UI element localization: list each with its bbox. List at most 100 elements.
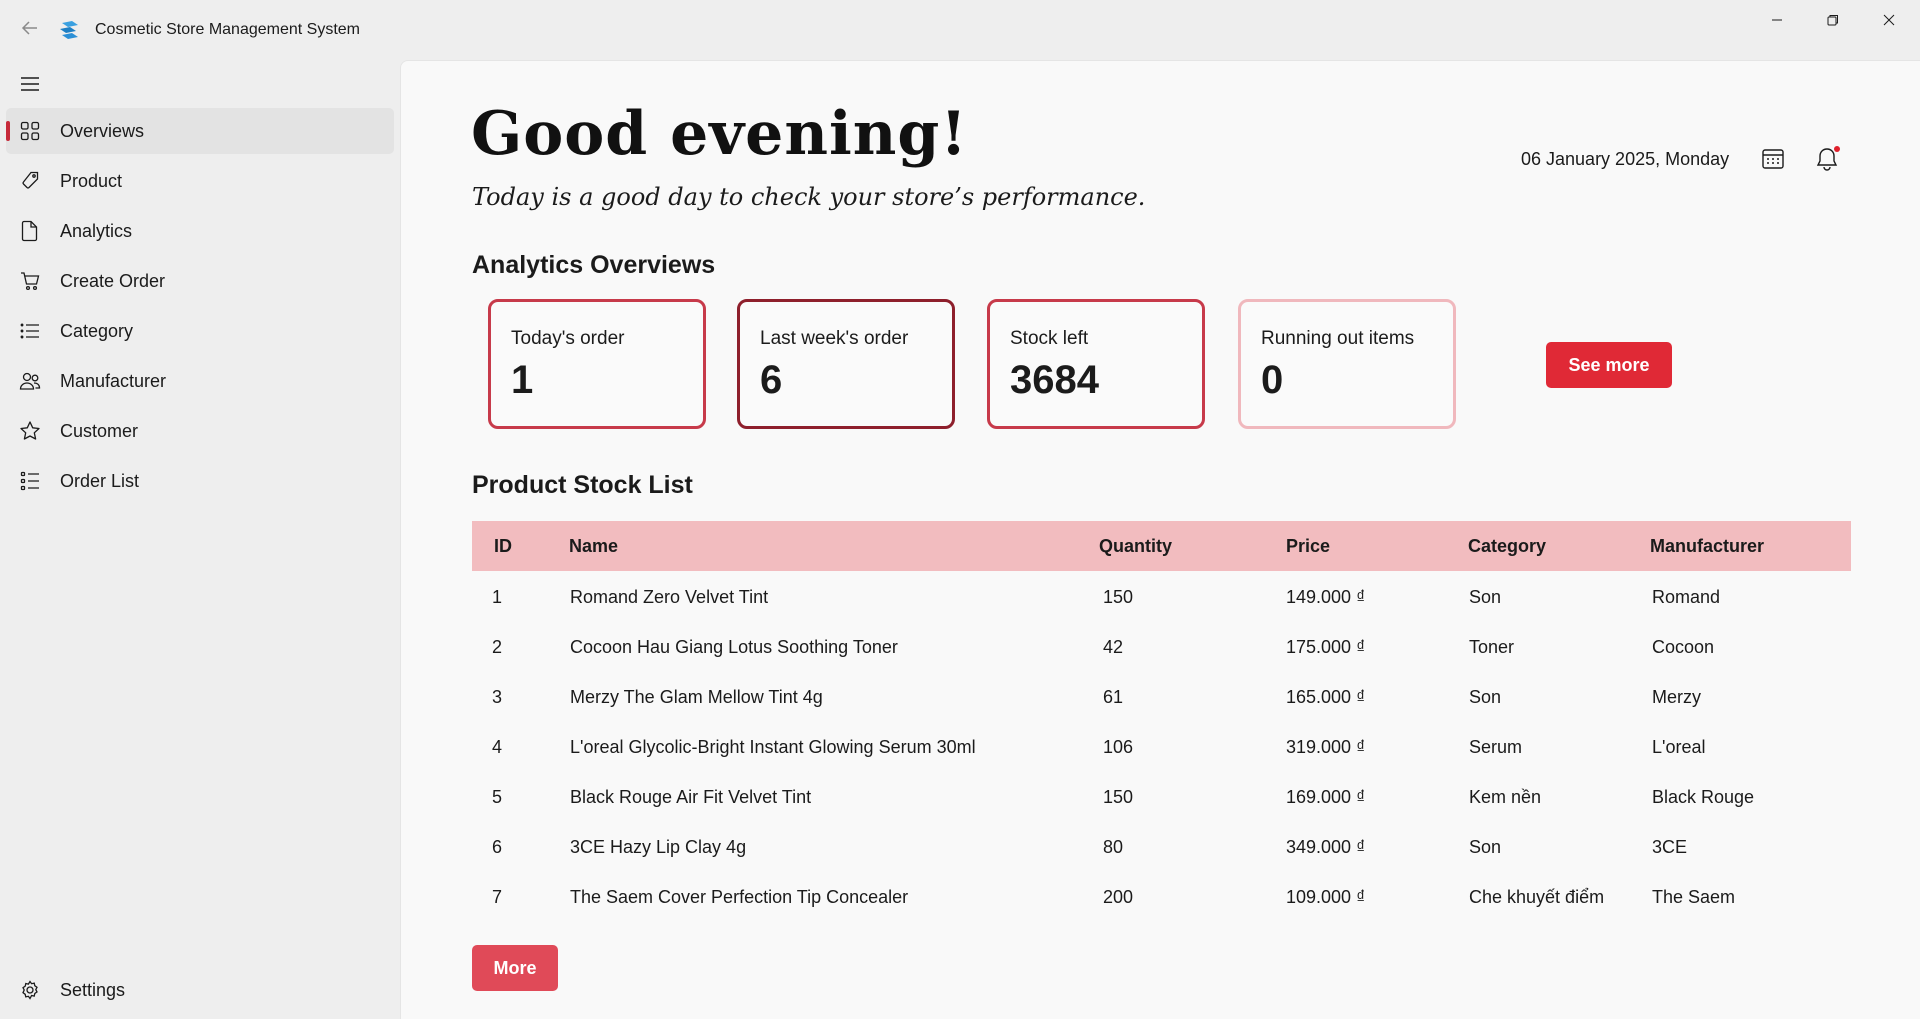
table-header: ID Name Quantity Price Category Manufact…	[472, 521, 1851, 571]
gear-icon	[18, 978, 42, 1002]
table-row[interactable]: 5 Black Rouge Air Fit Velvet Tint 150 169.0…	[472, 771, 1851, 821]
cell-name: Romand Zero Velvet Tint	[570, 587, 769, 607]
cell-manufacturer: L'oreal	[1652, 737, 1706, 757]
column-header-price: Price	[1286, 535, 1331, 556]
cell-manufacturer: Cocoon	[1652, 637, 1715, 657]
cell-name: Merzy The Glam Mellow Tint 4g	[570, 687, 823, 707]
sidebar-item-label: Order List	[60, 470, 140, 491]
menu-toggle-button[interactable]	[14, 68, 46, 100]
cell-name: L'oreal Glycolic-Bright Instant Glowing …	[570, 737, 976, 757]
card-stock-left: Stock left 3684	[987, 299, 1205, 429]
cell-manufacturer: The Saem	[1652, 887, 1736, 907]
cell-quantity: 150	[1103, 587, 1134, 607]
tag-icon	[18, 169, 42, 193]
cell-price: 349.000 ₫	[1286, 837, 1366, 857]
cell-id: 1	[492, 587, 503, 607]
sidebar-item-label: Category	[60, 320, 134, 341]
see-more-button[interactable]: See more	[1546, 342, 1672, 388]
cell-price: 109.000 ₫	[1286, 887, 1366, 907]
calendar-icon	[1762, 149, 1784, 169]
back-button[interactable]	[16, 14, 44, 42]
cell-id: 3	[492, 687, 503, 707]
more-button[interactable]: More	[472, 945, 558, 991]
card-value: 1	[511, 358, 534, 402]
table-row[interactable]: 6 3CE Hazy Lip Clay 4g 80 349.000 ₫ Son 3CE	[472, 821, 1851, 871]
card-last-week-order: Last week's order 6	[737, 299, 955, 429]
card-value: 3684	[1010, 358, 1099, 402]
cell-category: Son	[1469, 587, 1502, 607]
sidebar-item-analytics[interactable]: Analytics	[6, 208, 394, 254]
column-header-id: ID	[494, 535, 512, 556]
cell-quantity: 61	[1103, 687, 1124, 707]
sidebar-item-customer[interactable]: Customer	[6, 408, 394, 454]
cell-category: Che khuyết điểm	[1469, 887, 1605, 907]
table-row[interactable]: 3 Merzy The Glam Mellow Tint 4g 61 165.000 …	[472, 671, 1851, 721]
restore-button[interactable]	[1810, 6, 1856, 34]
card-running-out-items: Running out items 0	[1238, 299, 1456, 429]
cell-category: Son	[1469, 837, 1502, 857]
cell-quantity: 200	[1103, 887, 1134, 907]
cell-id: 6	[492, 837, 503, 857]
cell-id: 7	[492, 887, 503, 907]
product-stock-table: ID Name Quantity Price Category Manufact…	[472, 521, 1851, 921]
sidebar-item-settings[interactable]: Settings	[6, 967, 394, 1013]
cell-price: 175.000 ₫	[1286, 637, 1366, 657]
card-todays-order: Today's order 1	[488, 299, 706, 429]
table-row[interactable]: 2 Cocoon Hau Giang Lotus Soothing Toner 42…	[472, 621, 1851, 671]
grid-icon	[18, 119, 42, 143]
column-header-category: Category	[1468, 535, 1547, 556]
column-header-manufacturer: Manufacturer	[1650, 535, 1765, 556]
nav-list: Overviews Product Analytics Create Order…	[6, 108, 394, 508]
sidebar-item-label: Customer	[60, 420, 139, 441]
sidebar-item-label: Product	[60, 170, 123, 191]
settings-label: Settings	[60, 979, 126, 1000]
document-icon	[18, 219, 42, 243]
card-label: Stock left	[1010, 328, 1089, 349]
cell-name: Black Rouge Air Fit Velvet Tint	[570, 787, 812, 807]
card-value: 0	[1261, 358, 1284, 402]
column-header-quantity: Quantity	[1099, 535, 1173, 556]
cell-quantity: 42	[1103, 637, 1124, 657]
cell-price: 165.000 ₫	[1286, 687, 1366, 707]
back-arrow-icon	[21, 21, 37, 35]
greeting-subtitle: Today is a good day to check your store’…	[472, 183, 1146, 211]
cell-name: 3CE Hazy Lip Clay 4g	[570, 837, 747, 857]
list-icon	[18, 319, 42, 343]
sidebar-item-product[interactable]: Product	[6, 158, 394, 204]
cell-manufacturer: Merzy	[1652, 687, 1701, 707]
current-date: 06 January 2025, Monday	[1521, 149, 1730, 169]
cell-quantity: 106	[1103, 737, 1134, 757]
notifications-button[interactable]	[1811, 143, 1843, 175]
table-row[interactable]: 7 The Saem Cover Perfection Tip Concealer…	[472, 871, 1851, 921]
close-icon	[1883, 14, 1895, 26]
card-value: 6	[760, 358, 783, 402]
stock-list-title: Product Stock List	[472, 471, 693, 499]
cell-quantity: 150	[1103, 787, 1134, 807]
cell-price: 149.000 ₫	[1286, 587, 1366, 607]
table-row[interactable]: 4 L'oreal Glycolic-Bright Instant Glowing…	[472, 721, 1851, 771]
sidebar-item-label: Manufacturer	[60, 370, 167, 391]
cell-manufacturer: Romand	[1652, 587, 1721, 607]
app-title: Cosmetic Store Management System	[95, 21, 360, 38]
sidebar-item-manufacturer[interactable]: Manufacturer	[6, 358, 394, 404]
sidebar-item-category[interactable]: Category	[6, 308, 394, 354]
sidebar-item-overviews[interactable]: Overviews	[6, 108, 394, 154]
app-logo-icon	[60, 21, 78, 39]
cell-category: Son	[1469, 687, 1502, 707]
card-label: Last week's order	[760, 328, 909, 349]
sidebar: Overviews Product Analytics Create Order…	[0, 60, 400, 1019]
cell-id: 4	[492, 737, 503, 757]
minimize-button[interactable]	[1754, 6, 1800, 34]
sidebar-item-label: Create Order	[60, 270, 166, 291]
cell-quantity: 80	[1103, 837, 1124, 857]
notification-dot	[1834, 146, 1840, 152]
greeting-title: Good evening!	[471, 99, 968, 169]
title-bar: Cosmetic Store Management System	[0, 0, 1920, 60]
sidebar-item-order-list[interactable]: Order List	[6, 458, 394, 504]
close-button[interactable]	[1866, 6, 1912, 34]
cell-manufacturer: Black Rouge	[1652, 787, 1755, 807]
table-row[interactable]: 1 Romand Zero Velvet Tint 150 149.000 ₫ Son R…	[472, 571, 1851, 621]
sidebar-item-create-order[interactable]: Create Order	[6, 258, 394, 304]
calendar-button[interactable]	[1757, 143, 1789, 175]
restore-icon	[1827, 15, 1838, 26]
